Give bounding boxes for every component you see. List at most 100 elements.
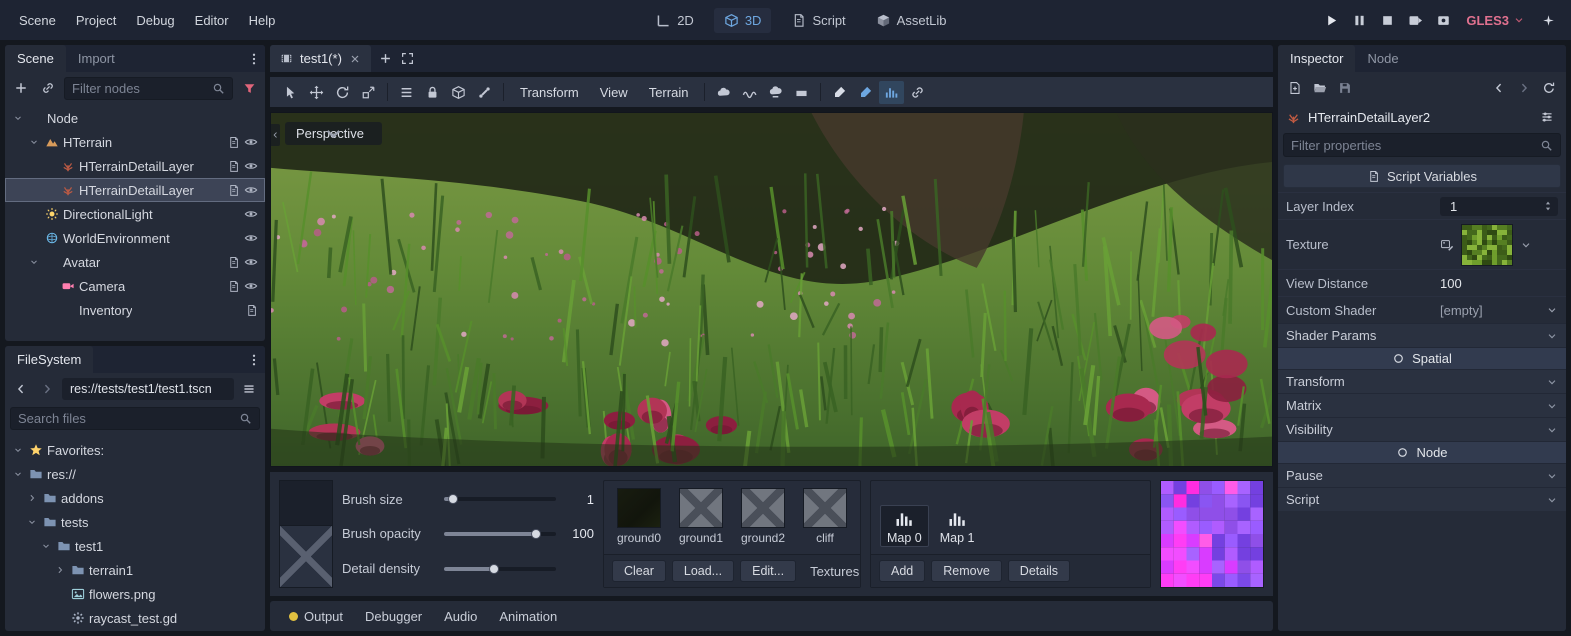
texture-slot-ground2[interactable]: ground2 bbox=[737, 488, 789, 545]
visibility-eye-icon[interactable] bbox=[244, 279, 258, 293]
tree-node-hterrain[interactable]: HTerrain bbox=[5, 130, 265, 154]
details-button[interactable]: Details bbox=[1008, 560, 1070, 582]
load-resource-icon[interactable] bbox=[1309, 77, 1331, 99]
visibility-eye-icon[interactable] bbox=[244, 159, 258, 173]
fs-item-addons[interactable]: addons bbox=[5, 486, 265, 510]
3d-viewport[interactable]: Perspective bbox=[270, 112, 1273, 467]
clear-button[interactable]: Clear bbox=[612, 560, 666, 582]
fold-pause[interactable]: Pause bbox=[1278, 463, 1566, 487]
new-scene-tab-button[interactable] bbox=[375, 48, 397, 70]
search-files-input[interactable] bbox=[18, 411, 234, 426]
terrain-lower-tool[interactable] bbox=[763, 81, 788, 104]
workspace-3d[interactable]: 3D bbox=[714, 8, 772, 33]
select-list-tool[interactable] bbox=[394, 81, 419, 104]
history-back-button[interactable] bbox=[10, 378, 32, 400]
edit-button[interactable]: Edit... bbox=[740, 560, 796, 582]
terrain-raise-tool[interactable] bbox=[711, 81, 736, 104]
tree-down-arrow-icon[interactable] bbox=[11, 469, 25, 479]
terrain-color-tool[interactable] bbox=[853, 81, 878, 104]
filter-nodes-input[interactable] bbox=[72, 81, 207, 96]
tree-node-directionallight[interactable]: DirectionalLight bbox=[5, 202, 265, 226]
save-resource-icon[interactable] bbox=[1334, 77, 1356, 99]
play-custom-button[interactable] bbox=[1430, 7, 1456, 33]
dropdown-arrow-icon[interactable] bbox=[1520, 239, 1532, 251]
new-resource-icon[interactable] bbox=[1284, 77, 1306, 99]
script-variables-section[interactable]: Script Variables bbox=[1283, 164, 1561, 188]
texture-picker-icon[interactable] bbox=[1440, 238, 1454, 252]
custom-shader-dropdown[interactable]: [empty] bbox=[1440, 303, 1558, 318]
texture-editor[interactable] bbox=[1440, 224, 1558, 266]
instance-scene-button[interactable] bbox=[37, 77, 59, 99]
dock-menu-icon[interactable] bbox=[243, 48, 265, 70]
history-back-icon[interactable] bbox=[1488, 77, 1510, 99]
menu-scene[interactable]: Scene bbox=[10, 8, 65, 33]
tree-node-inventory[interactable]: undefinedInventory bbox=[5, 298, 265, 322]
scene-tab[interactable]: test1(*) bbox=[270, 45, 371, 72]
attached-script-icon[interactable] bbox=[245, 304, 258, 317]
fold-matrix[interactable]: Matrix bbox=[1278, 393, 1566, 417]
texture-slot-ground0[interactable]: ground0 bbox=[613, 488, 665, 545]
select-tool[interactable] bbox=[278, 81, 303, 104]
add-node-button[interactable] bbox=[10, 77, 32, 99]
detail-map-0[interactable]: Map 0 bbox=[880, 505, 929, 547]
history-forward-icon[interactable] bbox=[1513, 77, 1535, 99]
fold-visibility[interactable]: Visibility bbox=[1278, 417, 1566, 441]
play-button[interactable] bbox=[1318, 7, 1344, 33]
bottom-panel-output[interactable]: Output bbox=[279, 605, 353, 628]
tab-node[interactable]: Node bbox=[1355, 45, 1410, 72]
visibility-eye-icon[interactable] bbox=[244, 255, 258, 269]
filter-properties-input[interactable] bbox=[1291, 138, 1535, 153]
stop-button[interactable] bbox=[1374, 7, 1400, 33]
menu-view[interactable]: View bbox=[590, 82, 638, 103]
tab-scene[interactable]: Scene bbox=[5, 45, 66, 72]
brush-shape-preview[interactable] bbox=[279, 480, 333, 588]
perspective-menu[interactable]: Perspective bbox=[285, 122, 382, 145]
viewport-grip-icon[interactable] bbox=[271, 124, 280, 146]
texture-slot-cliff[interactable]: cliff bbox=[799, 488, 851, 545]
fs-item-favorites-[interactable]: Favorites: bbox=[5, 438, 265, 462]
menu-terrain[interactable]: Terrain bbox=[639, 82, 699, 103]
dropdown-arrow-icon[interactable] bbox=[1546, 304, 1558, 316]
history-forward-button[interactable] bbox=[36, 378, 58, 400]
fs-item-flowers-png[interactable]: flowers.png bbox=[5, 582, 265, 606]
tree-down-arrow-icon[interactable] bbox=[25, 517, 39, 527]
terrain-smooth-tool[interactable] bbox=[737, 81, 762, 104]
tree-node-avatar[interactable]: undefinedAvatar bbox=[5, 250, 265, 274]
close-icon[interactable] bbox=[349, 53, 361, 65]
tree-down-arrow-icon[interactable] bbox=[27, 257, 41, 267]
visibility-eye-icon[interactable] bbox=[244, 207, 258, 221]
tree-down-arrow-icon[interactable] bbox=[39, 541, 53, 551]
object-tools-icon[interactable] bbox=[1536, 106, 1558, 128]
pause-button[interactable] bbox=[1346, 7, 1372, 33]
detail-density-slider[interactable] bbox=[444, 567, 556, 571]
tree-right-arrow-icon[interactable] bbox=[53, 565, 67, 575]
remove-button[interactable]: Remove bbox=[931, 560, 1002, 582]
menu-debug[interactable]: Debug bbox=[127, 8, 183, 33]
slider-knob[interactable] bbox=[489, 564, 499, 574]
workspace-script[interactable]: Script bbox=[781, 8, 855, 33]
attached-script-icon[interactable] bbox=[227, 160, 240, 173]
brush-size-slider[interactable] bbox=[444, 497, 556, 501]
bottom-panel-audio[interactable]: Audio bbox=[434, 605, 487, 628]
filter-icon[interactable] bbox=[238, 77, 260, 99]
scale-tool[interactable] bbox=[356, 81, 381, 104]
terrain-holes-tool[interactable] bbox=[905, 81, 930, 104]
tree-down-arrow-icon[interactable] bbox=[27, 137, 41, 147]
fs-item-tests[interactable]: tests bbox=[5, 510, 265, 534]
lock-node-tool[interactable] bbox=[420, 81, 445, 104]
tree-node-hterraindetaillayer[interactable]: HTerrainDetailLayer bbox=[5, 154, 265, 178]
attached-script-icon[interactable] bbox=[227, 256, 240, 269]
rotate-tool[interactable] bbox=[330, 81, 355, 104]
slider-knob[interactable] bbox=[448, 494, 458, 504]
tree-node-camera[interactable]: Camera bbox=[5, 274, 265, 298]
texture-slot-ground1[interactable]: ground1 bbox=[675, 488, 727, 545]
fold-transform[interactable]: Transform bbox=[1278, 369, 1566, 393]
dock-menu-icon[interactable] bbox=[243, 349, 265, 371]
fs-item-raycast-test-gd[interactable]: raycast_test.gd bbox=[5, 606, 265, 630]
visibility-eye-icon[interactable] bbox=[244, 135, 258, 149]
fold-script[interactable]: Script bbox=[1278, 487, 1566, 511]
tree-down-arrow-icon[interactable] bbox=[11, 445, 25, 455]
terrain-detail-tool[interactable] bbox=[879, 81, 904, 104]
detail-map-1[interactable]: Map 1 bbox=[933, 505, 982, 547]
distraction-free-icon[interactable] bbox=[397, 48, 419, 70]
